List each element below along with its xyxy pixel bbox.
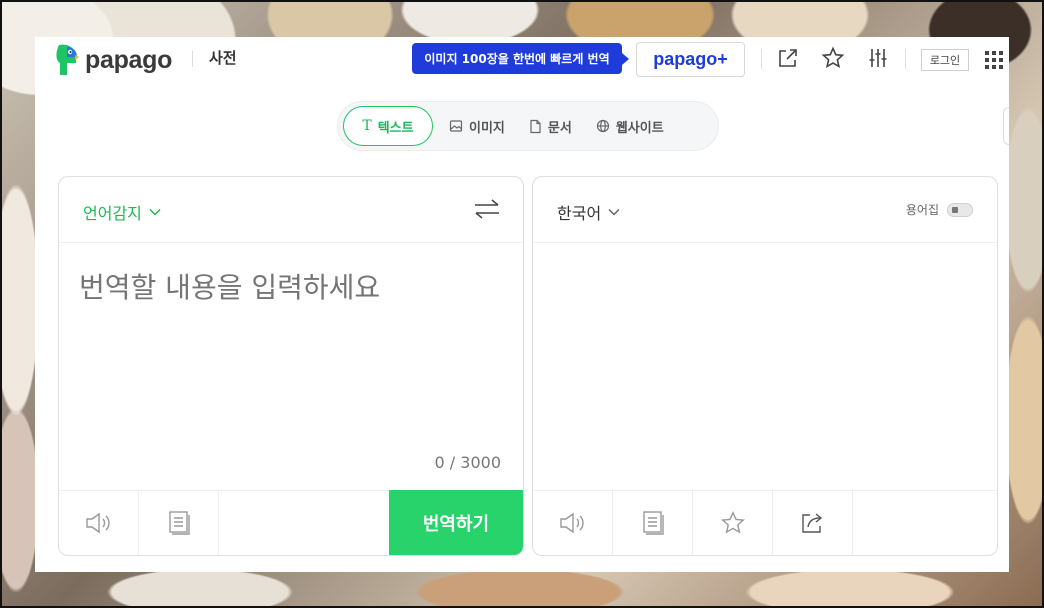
header-divider: [761, 49, 762, 69]
target-header: 한국어 용어집: [533, 177, 997, 243]
tab-website[interactable]: 웹사이트: [584, 106, 676, 146]
text-icon: T: [362, 118, 372, 134]
speaker-icon[interactable]: [59, 491, 139, 555]
tab-label: 이미지: [469, 120, 505, 136]
header-divider: [192, 51, 193, 67]
header-divider: [905, 49, 906, 69]
dictionary-link[interactable]: 사전: [209, 47, 237, 68]
papago-plus-button[interactable]: papago+: [636, 42, 745, 77]
translate-button[interactable]: 번역하기: [389, 490, 523, 555]
target-language-label: 한국어: [557, 204, 602, 223]
promo-banner[interactable]: 이미지 100장을 한번에 빠르게 번역: [412, 43, 629, 74]
source-text-input[interactable]: [79, 271, 499, 304]
papago-logo[interactable]: papago: [53, 43, 172, 77]
settings-sliders-icon[interactable]: [865, 45, 891, 71]
source-header: 언어감지: [59, 177, 523, 243]
login-button[interactable]: 로그인: [921, 49, 969, 71]
side-drawer-handle[interactable]: [1003, 107, 1009, 145]
copy-text-icon[interactable]: [139, 491, 219, 555]
mode-tabs: T 텍스트 이미지 문서 웹사이트: [337, 101, 719, 151]
target-panel: 한국어 용어집: [532, 176, 998, 556]
tab-text[interactable]: T 텍스트: [343, 106, 433, 146]
source-language-label: 언어감지: [83, 204, 142, 223]
glossary-toggle[interactable]: [947, 202, 973, 217]
speaker-icon[interactable]: [533, 491, 613, 555]
tab-document[interactable]: 문서: [517, 106, 584, 146]
copy-text-icon[interactable]: [613, 491, 693, 555]
tab-label: 웹사이트: [615, 120, 664, 136]
share-window-icon[interactable]: [775, 45, 801, 71]
glossary-control[interactable]: 용어집: [906, 201, 973, 218]
share-icon[interactable]: [773, 491, 853, 555]
source-language-select[interactable]: 언어감지: [83, 200, 162, 224]
tab-label: 텍스트: [377, 120, 414, 136]
document-icon: [530, 119, 541, 133]
globe-icon: [596, 119, 609, 133]
source-panel: 언어감지 0 / 3000 번역하기: [58, 176, 524, 556]
brand-name: papago: [85, 45, 173, 74]
favorite-star-icon[interactable]: [693, 491, 773, 555]
tab-label: 문서: [547, 120, 572, 136]
target-language-select[interactable]: 한국어: [557, 200, 621, 224]
apps-grid-icon[interactable]: [985, 51, 1003, 69]
target-toolbar: [533, 490, 997, 555]
parrot-logo-icon: [56, 44, 79, 75]
swap-languages-icon[interactable]: [473, 197, 501, 221]
chevron-down-icon: [608, 208, 620, 216]
app-panel: papago 사전 이미지 100장을 한번에 빠르게 번역 papago+ 로…: [35, 37, 1009, 572]
image-icon: [449, 120, 463, 132]
character-counter: 0 / 3000: [434, 453, 501, 472]
star-icon[interactable]: [820, 45, 846, 71]
glossary-label: 용어집: [905, 203, 939, 217]
chevron-down-icon: [149, 208, 161, 216]
tab-image[interactable]: 이미지: [437, 106, 517, 146]
